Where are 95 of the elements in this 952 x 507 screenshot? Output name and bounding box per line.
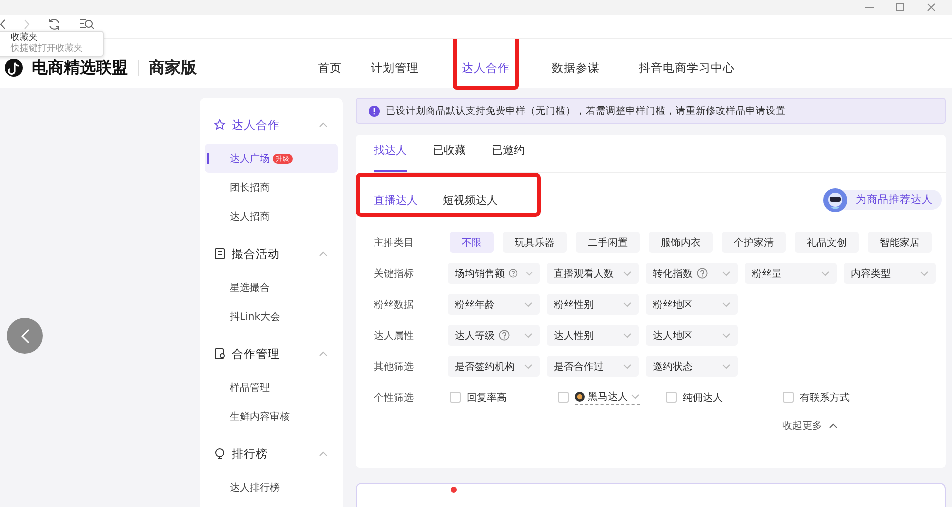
chevron-icon: [623, 302, 632, 308]
trophy-icon: [214, 448, 226, 460]
chevron-icon: [722, 364, 731, 370]
maximize-icon[interactable]: [896, 3, 905, 12]
chevron-up-icon: [828, 423, 838, 429]
sidebar-group[interactable]: 撮合活动: [232, 246, 313, 262]
checkbox-label[interactable]: 纯佣达人: [683, 390, 723, 404]
info-icon: [369, 106, 380, 116]
category-chip[interactable]: 玩具乐器: [503, 232, 567, 253]
star-icon: [214, 119, 226, 131]
checkbox[interactable]: [666, 392, 677, 403]
tooltip-title: 收藏夹: [11, 33, 39, 44]
nav-tab[interactable]: 首页: [305, 60, 355, 76]
logo-icon: [5, 59, 23, 77]
filter-menu[interactable]: 黑马达人: [575, 390, 640, 405]
sidebar-item[interactable]: 达人排行榜: [205, 473, 338, 502]
chevron-icon: [821, 270, 830, 276]
chevron-icon: [623, 332, 632, 338]
chevron-icon: [623, 364, 632, 370]
category-chip[interactable]: 智能家居: [868, 232, 932, 253]
sidebar-item[interactable]: 团长招商: [205, 173, 338, 202]
filter-dropdown[interactable]: 粉丝量: [745, 263, 837, 284]
nav-tab[interactable]: 达人合作: [432, 60, 532, 76]
filter-dropdown[interactable]: 内容类型: [844, 263, 936, 284]
checkbox[interactable]: [783, 392, 794, 403]
category-chip[interactable]: 二手闲置: [576, 232, 640, 253]
filter-dropdown[interactable]: 达人地区: [646, 325, 738, 346]
edition-label: 商家版: [149, 58, 197, 78]
checkbox[interactable]: [450, 392, 461, 403]
tab[interactable]: 已收藏: [433, 143, 466, 172]
notice-text: 已设计划商品默认支持免费申样（无门槛），若需调整申样门槛，请重新修改样品申请设置: [386, 104, 786, 118]
filter-dropdown[interactable]: 粉丝地区: [646, 294, 738, 315]
sidebar-group[interactable]: 达人合作: [232, 118, 313, 132]
subtab[interactable]: 短视频达人: [443, 192, 498, 208]
nav-tab[interactable]: 数据参谋: [532, 60, 613, 76]
sidebar-group[interactable]: 排行榜: [232, 446, 313, 462]
back-icon[interactable]: [0, 18, 6, 30]
filter-dropdown[interactable]: 转化指数: [646, 263, 738, 284]
chevron-icon: [722, 332, 731, 338]
filter-dropdown[interactable]: 场均销售额: [448, 263, 540, 284]
checkbox-label[interactable]: 回复率高: [467, 390, 507, 404]
filter-label: 关键指标: [374, 268, 415, 280]
tab[interactable]: 找达人: [374, 143, 407, 172]
chevron-icon: [524, 302, 533, 308]
chevron-icon: [722, 302, 731, 308]
chevron-icon: [631, 394, 640, 400]
checkbox-label[interactable]: 有联系方式: [800, 390, 850, 404]
filter-dropdown[interactable]: 达人性别: [547, 325, 639, 346]
filter-dropdown[interactable]: 是否签约机构: [448, 356, 540, 377]
document-icon: [214, 248, 226, 260]
filter-dropdown[interactable]: 直播观看人数: [547, 263, 639, 284]
checkbox[interactable]: [558, 392, 569, 403]
chevron-icon: [526, 270, 533, 276]
sidebar-item[interactable]: 达人招商: [205, 202, 338, 231]
chevron-icon: [524, 332, 533, 338]
tab[interactable]: 已邀约: [492, 143, 525, 172]
sidebar-item[interactable]: 星选撮合: [205, 273, 338, 302]
filter-dropdown[interactable]: 粉丝性别: [547, 294, 639, 315]
chevron-icon: [623, 270, 632, 276]
chevron-icon: [722, 270, 731, 276]
filter-label: 个性筛选: [374, 392, 415, 404]
filter-dropdown[interactable]: 达人等级: [448, 325, 540, 346]
chevron-icon: [920, 270, 929, 276]
sidebar-item[interactable]: 生鲜内容审核: [205, 402, 338, 431]
forward-icon[interactable]: [24, 18, 30, 30]
clipboard-icon: [214, 348, 226, 360]
brand-name: 电商精选联盟: [32, 58, 128, 78]
category-chip[interactable]: 不限: [450, 232, 494, 253]
filter-dropdown[interactable]: 邀约状态: [646, 356, 738, 377]
category-chip[interactable]: 个护家清: [722, 232, 786, 253]
previous-button[interactable]: [7, 318, 43, 354]
recommend-button[interactable]: 为商品推荐达人: [823, 190, 942, 210]
collapse-more-link[interactable]: 收起更多: [782, 419, 822, 433]
chevron-icon: [524, 364, 533, 370]
filter-dropdown[interactable]: 是否合作过: [547, 356, 639, 377]
sidebar-item[interactable]: 抖Link大会: [205, 302, 338, 331]
robot-icon: [823, 188, 848, 212]
refresh-icon[interactable]: [48, 18, 61, 30]
filter-label: 其他筛选: [374, 360, 415, 374]
badge-icon: [575, 392, 585, 402]
filter-label: 达人属性: [374, 330, 415, 342]
nav-tab[interactable]: 计划管理: [355, 60, 432, 76]
sidebar-group[interactable]: 合作管理: [232, 346, 313, 362]
filter-label: 粉丝数据: [374, 298, 415, 312]
subtab[interactable]: 直播达人: [374, 192, 418, 208]
sidebar-item[interactable]: 样品管理: [205, 373, 338, 402]
reading-list-icon[interactable]: [79, 18, 95, 30]
category-chip[interactable]: 服饰内衣: [649, 232, 713, 253]
category-chip[interactable]: 礼品文创: [795, 232, 859, 253]
close-icon[interactable]: [927, 3, 936, 12]
tooltip-hint: 快捷键打开收藏夹: [11, 44, 84, 55]
nav-tab[interactable]: 抖音电商学习中心: [613, 60, 748, 76]
filter-dropdown[interactable]: 粉丝年龄: [448, 294, 540, 315]
notification-dot: [451, 487, 457, 493]
filter-label: 主推类目: [374, 236, 415, 250]
